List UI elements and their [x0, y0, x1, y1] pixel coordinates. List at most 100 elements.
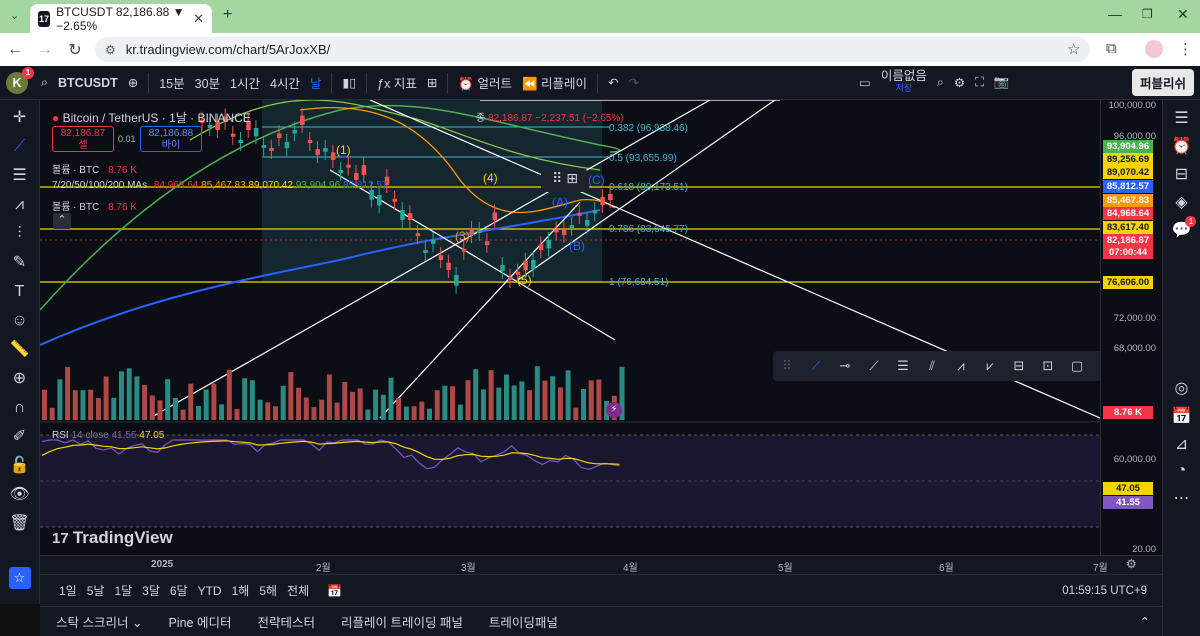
- minimize-icon[interactable]: —: [1108, 6, 1122, 22]
- tab-trading-panel[interactable]: 트레이딩패널: [489, 612, 558, 631]
- magnet-icon[interactable]: ∩: [14, 396, 26, 420]
- templates-icon[interactable]: ⊞: [422, 75, 442, 90]
- volume-legend-2[interactable]: 볼륨 · BTC 8.76 K: [52, 198, 137, 213]
- alerts-clock-icon[interactable]: ⏰: [1172, 136, 1192, 156]
- range-1d[interactable]: 1일: [54, 582, 82, 599]
- price-range-icon[interactable]: ⊟: [1009, 358, 1029, 374]
- trend-line-tool-icon[interactable]: ⟋: [806, 358, 826, 374]
- extended-line-icon[interactable]: ⟋: [864, 358, 884, 374]
- reload-icon[interactable]: ↻: [60, 40, 90, 60]
- axis-settings-icon[interactable]: ⚙: [1126, 557, 1137, 571]
- emoji-icon[interactable]: ☺: [11, 309, 27, 333]
- rsi-legend[interactable]: RSI 14 close 41.55 47.05: [52, 430, 164, 441]
- user-avatar[interactable]: K1: [6, 66, 34, 94]
- rectangle-icon[interactable]: ▢: [1067, 358, 1087, 374]
- interval-day[interactable]: 날: [305, 73, 327, 92]
- trash-icon[interactable]: 🗑: [9, 512, 29, 536]
- tab-stock-screener[interactable]: 스탁 스크리너 ⌄: [56, 612, 142, 631]
- hide-drawings-icon[interactable]: 👁: [9, 483, 29, 507]
- watchlist-icon[interactable]: ☰: [1174, 108, 1188, 128]
- layout-name-button[interactable]: 이름없음 저장: [876, 70, 932, 94]
- range-5y[interactable]: 5해: [254, 582, 282, 599]
- range-all[interactable]: 전체: [282, 582, 314, 599]
- pattern-xabcd-icon[interactable]: ⩘: [951, 358, 971, 374]
- interval-4h[interactable]: 4시간: [265, 73, 305, 92]
- settings-icon[interactable]: ⚙: [949, 75, 970, 90]
- profile-avatar[interactable]: [1145, 40, 1163, 58]
- calendar-icon[interactable]: 📅: [1172, 406, 1192, 426]
- lock-icon[interactable]: 🔓: [10, 454, 30, 478]
- lightning-event-icon[interactable]: ⚡: [606, 402, 622, 418]
- time-axis[interactable]: 2025 2월 3월 4월 5월 6월 7월 ⚙: [40, 555, 1162, 574]
- range-ytd[interactable]: YTD: [193, 584, 227, 598]
- range-1y[interactable]: 1해: [227, 582, 255, 599]
- chart-stats-icon[interactable]: ⊿: [1175, 434, 1188, 454]
- forecast-icon[interactable]: ⫶: [17, 222, 21, 246]
- ray-tool-icon[interactable]: ⊸: [835, 358, 855, 374]
- ruler-icon[interactable]: 📏: [10, 338, 30, 362]
- clock[interactable]: 01:59:15 UTC+9: [1057, 585, 1152, 597]
- collapse-panel-icon[interactable]: ⌃: [1140, 614, 1150, 629]
- brush-icon[interactable]: ✎: [13, 251, 26, 275]
- pulse-icon[interactable]: ◎: [1175, 378, 1189, 398]
- tab-strategy-tester[interactable]: 전략테스터: [257, 612, 315, 631]
- chart-pane[interactable]: [39, 99, 1101, 555]
- volume-legend[interactable]: 볼륨 · BTC 8.76 K: [52, 161, 137, 176]
- undo-icon[interactable]: ↶: [603, 75, 623, 90]
- pattern-icon[interactable]: ⩘: [15, 193, 24, 217]
- drag-handle-icon[interactable]: ⠿: [777, 358, 797, 374]
- object-toolbar-handle[interactable]: ⠿ ⊞: [541, 170, 589, 192]
- tab-list-icon[interactable]: ⌄: [10, 9, 19, 22]
- sell-button[interactable]: 82,186.87 셀: [52, 126, 114, 152]
- crosshair-icon[interactable]: ✛: [13, 106, 26, 130]
- ma-legend[interactable]: 7/20/50/100/200 MAs 84,968.64 85,467.83 …: [52, 180, 387, 191]
- forward-icon[interactable]: →: [30, 41, 60, 59]
- tab-close-icon[interactable]: ✕: [193, 11, 204, 27]
- chat-icon[interactable]: 💬 1: [1172, 216, 1197, 240]
- interval-15m[interactable]: 15분: [154, 73, 189, 92]
- symbol-search-icon[interactable]: ⌕: [36, 75, 53, 90]
- lock-drawing-icon[interactable]: ✐: [13, 425, 26, 449]
- fullscreen-icon[interactable]: ⛶: [970, 75, 989, 90]
- indicators-button[interactable]: ƒx 지표: [372, 73, 422, 92]
- browser-menu-icon[interactable]: ⋮: [1178, 40, 1193, 58]
- text-tool-icon[interactable]: T: [15, 280, 25, 304]
- layout-select-icon[interactable]: ▭: [854, 75, 876, 90]
- range-1m[interactable]: 1달: [109, 582, 137, 599]
- url-bar[interactable]: ⚙ kr.tradingview.com/chart/5ArJoxXB/: [95, 37, 1090, 62]
- chart-canvas[interactable]: [39, 99, 1101, 555]
- redo-icon[interactable]: ↷: [624, 75, 644, 90]
- goto-date-icon[interactable]: 📅: [322, 584, 347, 598]
- back-icon[interactable]: ←: [0, 41, 30, 59]
- pattern-abcd-icon[interactable]: ⩗: [980, 358, 1000, 374]
- tab-replay-trading-panel[interactable]: 리플레이 트레이딩 패널: [341, 612, 463, 631]
- url-text[interactable]: kr.tradingview.com/chart/5ArJoxXB/: [126, 42, 330, 57]
- tab-pine-editor[interactable]: Pine 에디터: [168, 612, 231, 631]
- parallel-channel-icon[interactable]: ☰: [893, 358, 913, 374]
- date-range-icon[interactable]: ⊡: [1038, 358, 1058, 374]
- interval-1h[interactable]: 1시간: [225, 73, 265, 92]
- bookmark-star-icon[interactable]: ☆: [1067, 40, 1080, 58]
- browser-tab[interactable]: 17 BTCUSDT 82,186.88 ▼ −2.65% ✕: [30, 4, 212, 33]
- candle-style-icon[interactable]: ▮▯: [337, 75, 361, 90]
- compare-symbol-icon[interactable]: ⊕: [123, 75, 143, 90]
- layers-icon[interactable]: ◈: [1175, 192, 1187, 212]
- dashboard-icon[interactable]: ◔: [1177, 462, 1187, 480]
- zoom-in-icon[interactable]: ⊕: [13, 367, 26, 391]
- interval-30m[interactable]: 30분: [190, 73, 225, 92]
- new-tab-icon[interactable]: +: [223, 6, 232, 24]
- extensions-icon[interactable]: ⧉: [1106, 40, 1117, 57]
- sidebar-more-icon[interactable]: ⋯: [1174, 488, 1190, 508]
- close-window-icon[interactable]: ✕: [1177, 6, 1189, 23]
- snapshot-camera-icon[interactable]: 📷: [989, 75, 1015, 90]
- quick-search-icon[interactable]: ⌕: [932, 75, 949, 90]
- range-3m[interactable]: 3달: [137, 582, 165, 599]
- alert-button[interactable]: ⏰ 얼러트: [453, 73, 517, 92]
- restore-icon[interactable]: ❐: [1142, 7, 1153, 21]
- trend-line-icon[interactable]: ⟋: [14, 135, 25, 159]
- site-settings-icon[interactable]: ⚙: [105, 43, 116, 57]
- collapse-legend-icon[interactable]: ⌃: [53, 213, 71, 229]
- buy-button[interactable]: 82,186.88 바이: [140, 126, 202, 152]
- replay-button[interactable]: ⏪ 리플레이: [517, 73, 592, 92]
- fib-tool-icon[interactable]: ☰: [12, 164, 26, 188]
